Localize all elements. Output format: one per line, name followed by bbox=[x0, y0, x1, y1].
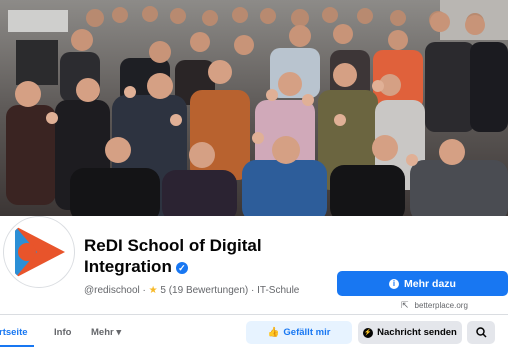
page-meta: @redischool · ★ 5 (19 Bewertungen) · IT-… bbox=[84, 285, 300, 296]
learn-more-button[interactable]: i Mehr dazu bbox=[337, 271, 508, 296]
like-button[interactable]: 👍 Gefällt mir bbox=[246, 321, 352, 344]
page-handle[interactable]: @redischool bbox=[84, 285, 140, 296]
search-icon bbox=[475, 327, 487, 338]
external-link[interactable]: ⇱ betterplace.org bbox=[401, 300, 468, 311]
caret-down-icon: ▾ bbox=[116, 327, 122, 338]
external-link-icon: ⇱ bbox=[401, 300, 409, 310]
page-title: ReDI School of Digital Integration ✓ bbox=[84, 235, 334, 277]
redi-logo-icon bbox=[7, 220, 71, 284]
active-tab-indicator bbox=[0, 345, 34, 347]
star-icon: ★ bbox=[148, 285, 158, 296]
rating-text[interactable]: 5 (19 Bewertungen) bbox=[160, 285, 248, 296]
learn-more-label: Mehr dazu bbox=[404, 277, 456, 290]
cover-photo[interactable] bbox=[0, 0, 508, 222]
send-message-label: Nachricht senden bbox=[377, 327, 457, 338]
tab-home[interactable]: rtseite bbox=[0, 327, 28, 338]
verified-badge-icon: ✓ bbox=[175, 262, 188, 274]
like-label: Gefällt mir bbox=[283, 327, 331, 338]
profile-logo[interactable] bbox=[4, 217, 74, 287]
header-divider bbox=[0, 314, 508, 315]
tab-more[interactable]: Mehr ▾ bbox=[91, 327, 121, 338]
send-message-button[interactable]: ⚡ Nachricht senden bbox=[358, 321, 462, 344]
messenger-icon: ⚡ bbox=[363, 327, 374, 338]
page-name-text: ReDI School of Digital Integration bbox=[84, 236, 262, 276]
external-link-label: betterplace.org bbox=[414, 301, 468, 310]
search-button[interactable] bbox=[467, 321, 495, 344]
thumbs-up-icon: 👍 bbox=[267, 327, 280, 338]
info-icon: i bbox=[389, 278, 400, 289]
tab-info[interactable]: Info bbox=[54, 327, 71, 338]
page-category[interactable]: IT-Schule bbox=[257, 285, 299, 296]
